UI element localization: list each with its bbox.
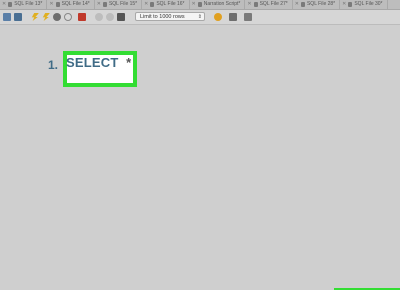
- autocommit-icon[interactable]: [117, 13, 125, 21]
- tab-sql-file-28[interactable]: ✕ SQL File 28*: [293, 0, 341, 9]
- folder-icon[interactable]: [3, 13, 11, 21]
- execute-current-icon[interactable]: [42, 13, 50, 21]
- tab-bar: ✕ SQL File 13* ✕ SQL File 14* ✕ SQL File…: [0, 0, 400, 10]
- close-icon[interactable]: ✕: [342, 0, 346, 9]
- sql-file-icon: [150, 2, 155, 7]
- sql-file-icon: [253, 2, 258, 7]
- beautify-icon[interactable]: [214, 13, 222, 21]
- close-icon[interactable]: ✕: [295, 0, 299, 9]
- sql-file-icon: [55, 2, 60, 7]
- tab-label: SQL File 28*: [306, 1, 336, 7]
- tab-label: Narration Script*: [203, 1, 241, 7]
- error-toggle-icon[interactable]: [78, 13, 86, 21]
- invisible-chars-icon[interactable]: [244, 13, 252, 21]
- sql-file-icon: [348, 2, 353, 7]
- sql-file-icon: [102, 2, 107, 7]
- close-icon[interactable]: ✕: [247, 0, 251, 9]
- close-icon[interactable]: ✕: [2, 0, 6, 9]
- tab-label: SQL File 14*: [61, 1, 90, 7]
- tab-label: SQL File 13*: [14, 1, 43, 7]
- rollback-icon[interactable]: [106, 13, 114, 21]
- close-icon[interactable]: ✕: [144, 0, 148, 9]
- save-icon[interactable]: [14, 13, 22, 21]
- code-line[interactable]: SELECT *: [66, 55, 131, 70]
- close-icon[interactable]: ✕: [192, 0, 196, 9]
- tab-sql-file-27[interactable]: ✕ SQL File 27*: [245, 0, 293, 9]
- tab-sql-file-15[interactable]: ✕ SQL File 15*: [95, 0, 143, 9]
- sql-file-icon: [197, 2, 202, 7]
- tab-sql-file-14[interactable]: ✕ SQL File 14*: [47, 0, 95, 9]
- sql-file-icon: [8, 2, 13, 7]
- commit-icon[interactable]: [95, 13, 103, 21]
- close-icon[interactable]: ✕: [97, 0, 101, 9]
- limit-rows-select[interactable]: Limit to 1000 rows ⇕: [135, 12, 205, 21]
- asterisk-operator: *: [126, 55, 132, 70]
- tab-label: SQL File 27*: [259, 1, 288, 7]
- select-keyword: SELECT: [66, 55, 119, 70]
- sql-file-icon: [300, 2, 305, 7]
- chevron-updown-icon: ⇕: [197, 13, 202, 20]
- sql-editor[interactable]: 1. SELECT *: [0, 25, 400, 290]
- stop-icon[interactable]: [64, 13, 72, 21]
- tab-label: SQL File 30*: [354, 1, 383, 7]
- find-icon[interactable]: [229, 13, 237, 21]
- tab-sql-file-16[interactable]: ✕ SQL File 16*: [142, 0, 190, 9]
- close-icon[interactable]: ✕: [49, 0, 53, 9]
- line-number: 1.: [48, 58, 59, 72]
- tab-label: SQL File 16*: [156, 1, 185, 7]
- execute-icon[interactable]: [31, 13, 39, 21]
- tab-sql-file-13[interactable]: ✕ SQL File 13*: [0, 0, 48, 9]
- tab-sql-file-30[interactable]: ✕ SQL File 30*: [340, 0, 388, 9]
- limit-rows-value: Limit to 1000 rows: [140, 13, 185, 20]
- query-toolbar: Limit to 1000 rows ⇕: [0, 10, 400, 25]
- tab-narration-script[interactable]: ✕ Narration Script*: [190, 0, 246, 9]
- explain-icon[interactable]: [53, 13, 61, 21]
- tab-label: SQL File 15*: [108, 1, 138, 7]
